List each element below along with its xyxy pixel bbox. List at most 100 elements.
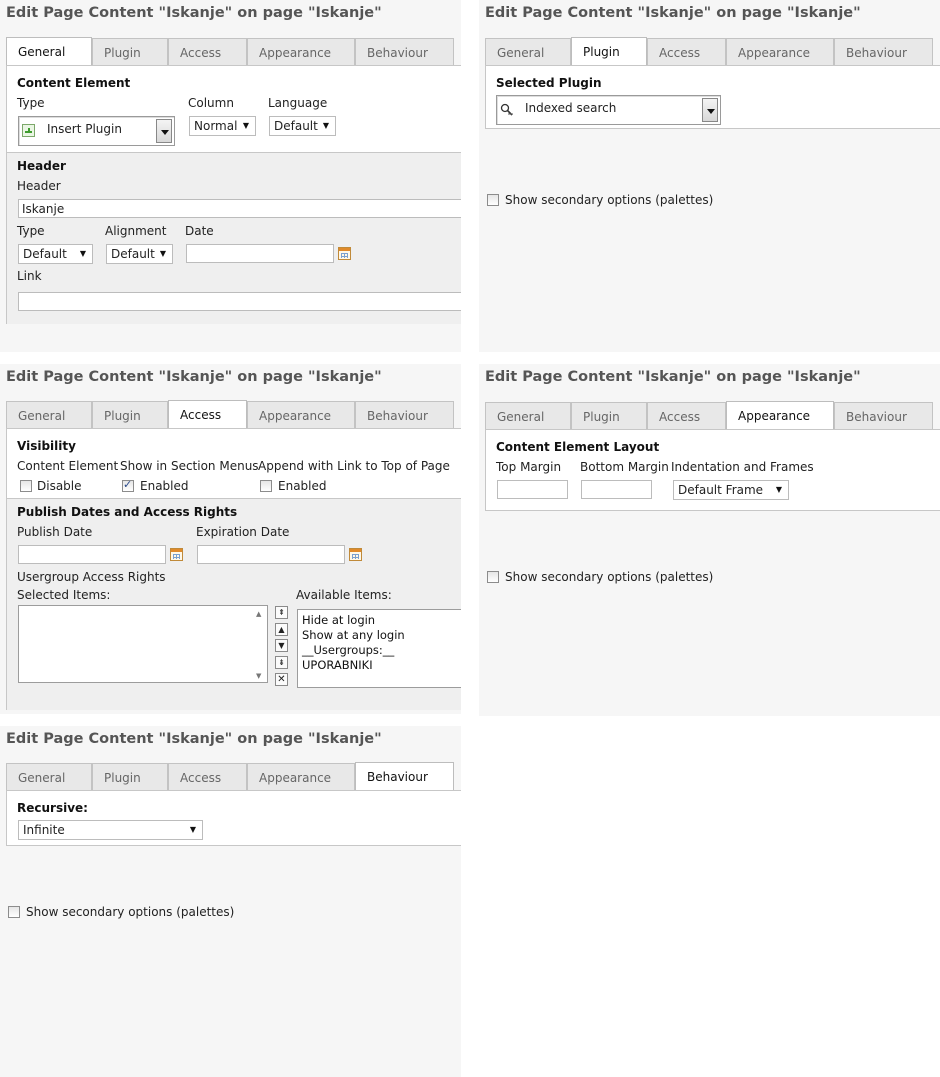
tab-appearance[interactable]: Appearance: [247, 763, 355, 790]
remove-icon[interactable]: ✕: [275, 673, 288, 686]
move-to-bottom-icon[interactable]: ⇟: [275, 656, 288, 669]
tab-general[interactable]: General: [485, 402, 571, 429]
content-element-label: Content Element: [17, 459, 119, 473]
frames-value: Default Frame: [678, 483, 764, 497]
secondary-options-checkbox[interactable]: [487, 571, 499, 583]
column-label: Column: [188, 96, 234, 110]
tab-access[interactable]: Access: [647, 38, 726, 65]
list-item[interactable]: UPORABNIKI: [302, 658, 373, 672]
tab-appearance[interactable]: Appearance: [726, 401, 834, 430]
recursive-select[interactable]: Infinite ▼: [18, 820, 203, 840]
search-icon: [500, 103, 513, 116]
tab-plugin[interactable]: Plugin: [571, 402, 647, 429]
tab-bar: General Plugin Access Appearance Behavio…: [6, 762, 461, 791]
alignment-select[interactable]: Default ▼: [106, 244, 173, 264]
tab-appearance[interactable]: Appearance: [247, 401, 355, 428]
section-heading: Publish Dates and Access Rights: [17, 505, 238, 519]
tab-general[interactable]: General: [485, 38, 571, 65]
chevron-down-icon[interactable]: [702, 98, 718, 122]
tab-access[interactable]: Access: [168, 400, 247, 429]
section-heading: Content Element: [17, 76, 131, 90]
chevron-down-icon: ▼: [79, 249, 86, 258]
tab-plugin[interactable]: Plugin: [92, 763, 168, 790]
tab-general[interactable]: General: [6, 37, 92, 66]
language-value: Default: [274, 119, 318, 133]
selected-items-label: Selected Items:: [17, 588, 111, 602]
alignment-value: Default: [111, 247, 155, 261]
tab-bar: General Plugin Access Appearance Behavio…: [485, 37, 940, 66]
tab-access[interactable]: Access: [168, 763, 247, 790]
form-access: Visibility Content Element Disable Show …: [6, 428, 461, 710]
move-down-icon[interactable]: ▼: [275, 639, 288, 652]
publish-date-input[interactable]: [18, 545, 166, 564]
tab-plugin[interactable]: Plugin: [92, 38, 168, 65]
expiration-date-input[interactable]: [197, 545, 345, 564]
move-up-icon[interactable]: ▲: [275, 623, 288, 636]
available-items-list[interactable]: Hide at login Show at any login __Usergr…: [297, 609, 461, 688]
secondary-options-checkbox[interactable]: [487, 194, 499, 206]
section-menus-enabled-label: Enabled: [140, 479, 189, 493]
recursive-label: Recursive:: [17, 801, 88, 815]
calendar-icon[interactable]: [349, 548, 362, 561]
chevron-down-icon: ▼: [242, 121, 249, 130]
append-top-checkbox[interactable]: [260, 480, 272, 492]
plugin-icon: [22, 124, 35, 137]
frames-select[interactable]: Default Frame ▼: [673, 480, 789, 500]
link-input[interactable]: [18, 292, 461, 311]
top-margin-label: Top Margin: [496, 460, 562, 474]
plugin-select[interactable]: Indexed search: [496, 95, 721, 125]
header-label: Header: [17, 179, 61, 193]
header-type-value: Default: [23, 247, 67, 261]
bottom-margin-label: Bottom Margin: [580, 460, 669, 474]
chevron-down-icon[interactable]: [156, 119, 172, 143]
tab-appearance[interactable]: Appearance: [247, 38, 355, 65]
list-item[interactable]: Show at any login: [302, 628, 405, 642]
tab-plugin[interactable]: Plugin: [92, 401, 168, 428]
tab-behaviour[interactable]: Behaviour: [355, 38, 454, 65]
type-label: Type: [17, 96, 45, 110]
date-input[interactable]: [186, 244, 334, 263]
calendar-icon[interactable]: [170, 548, 183, 561]
disable-checkbox[interactable]: [20, 480, 32, 492]
list-item[interactable]: __Usergroups:__: [302, 643, 394, 657]
date-label: Date: [185, 224, 214, 238]
language-select[interactable]: Default ▼: [269, 116, 336, 136]
section-menus-checkbox[interactable]: [122, 478, 134, 492]
tab-behaviour[interactable]: Behaviour: [834, 38, 933, 65]
expiration-date-label: Expiration Date: [196, 525, 290, 539]
tab-general[interactable]: General: [6, 401, 92, 428]
tab-plugin[interactable]: Plugin: [571, 37, 647, 66]
tab-access[interactable]: Access: [647, 402, 726, 429]
header-section: Header Header Iskanje Type Default ▼ Alig…: [7, 152, 461, 324]
tab-general[interactable]: General: [6, 763, 92, 790]
panel-general: Edit Page Content "Iskanje" on page "Isk…: [0, 0, 461, 352]
bottom-margin-input[interactable]: [581, 480, 652, 499]
move-to-top-icon[interactable]: ⇞: [275, 606, 288, 619]
tab-access[interactable]: Access: [168, 38, 247, 65]
list-item[interactable]: Hide at login: [302, 613, 375, 627]
dates-access-section: Publish Dates and Access Rights Publish …: [7, 498, 461, 710]
recursive-value: Infinite: [23, 823, 65, 837]
top-margin-input[interactable]: [497, 480, 568, 499]
header-input[interactable]: Iskanje: [18, 199, 461, 218]
calendar-icon[interactable]: [338, 247, 351, 260]
scroll-up-icon[interactable]: ▲: [256, 610, 261, 618]
form-appearance: Content Element Layout Top Margin Bottom…: [485, 429, 940, 511]
selected-plugin-label: Selected Plugin: [496, 76, 602, 90]
type-select[interactable]: Insert Plugin: [18, 116, 175, 146]
secondary-options-checkbox[interactable]: [8, 906, 20, 918]
scrollbar[interactable]: ▲ ▼: [253, 606, 267, 682]
tab-behaviour[interactable]: Behaviour: [355, 401, 454, 428]
header-type-select[interactable]: Default ▼: [18, 244, 93, 264]
scroll-down-icon[interactable]: ▼: [256, 672, 261, 680]
plugin-value: Indexed search: [525, 101, 617, 115]
append-top-label: Append with Link to Top of Page: [258, 459, 450, 473]
selected-items-list[interactable]: ▲ ▼: [18, 605, 268, 683]
section-heading: Visibility: [17, 439, 76, 453]
tab-behaviour[interactable]: Behaviour: [355, 762, 454, 791]
secondary-options-label: Show secondary options (palettes): [505, 570, 714, 584]
column-select[interactable]: Normal ▼: [189, 116, 256, 136]
tab-appearance[interactable]: Appearance: [726, 38, 834, 65]
page-title: Edit Page Content "Iskanje" on page "Isk…: [6, 731, 382, 747]
tab-behaviour[interactable]: Behaviour: [834, 402, 933, 429]
